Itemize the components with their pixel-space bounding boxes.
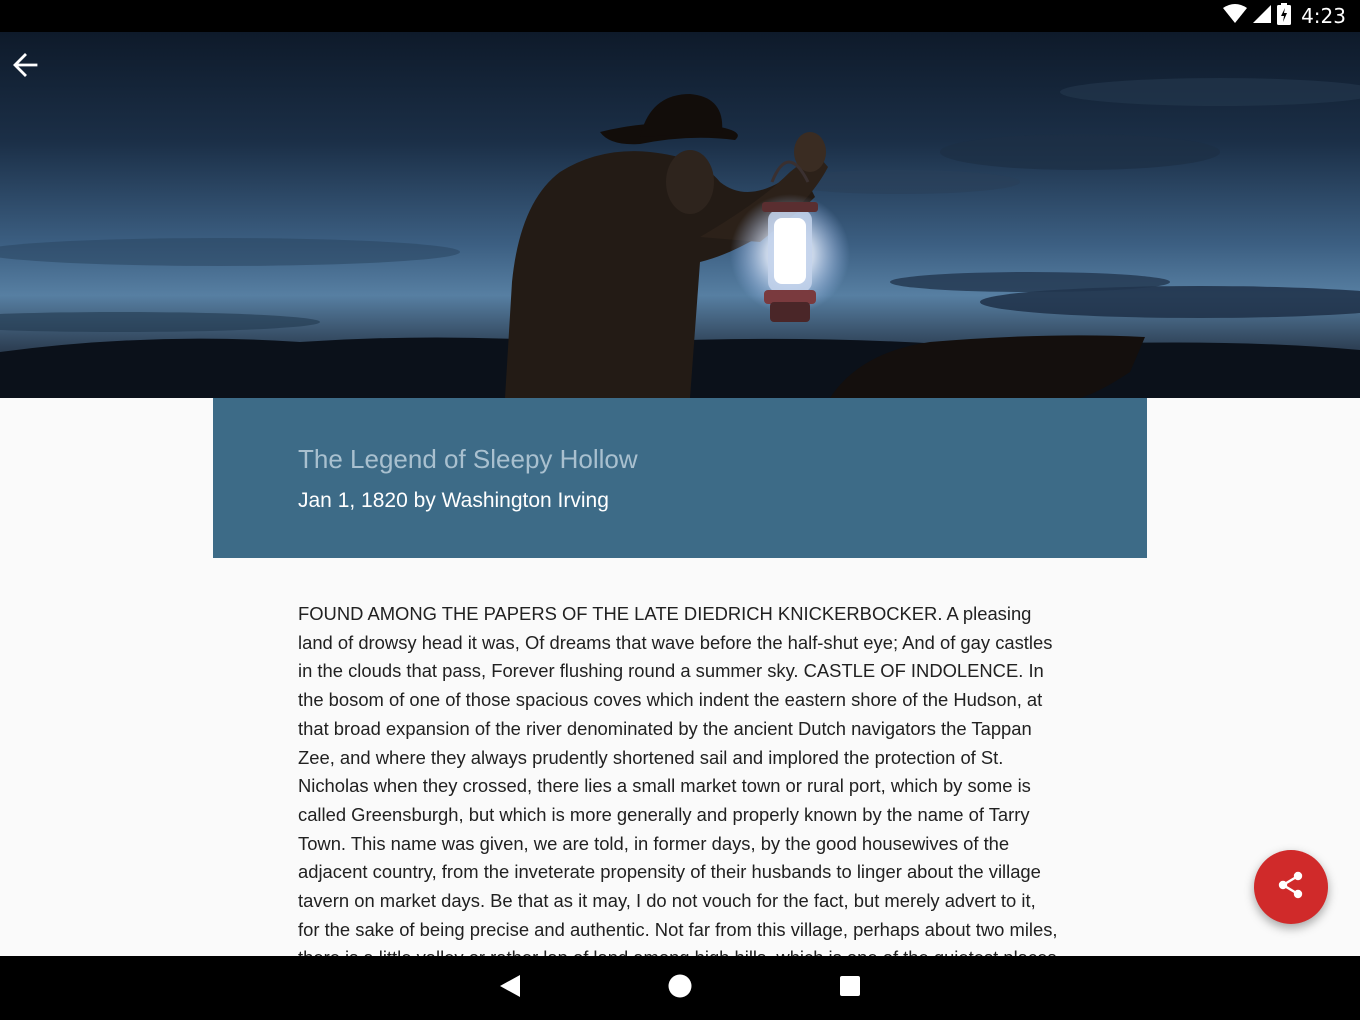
wifi-icon — [1223, 3, 1248, 29]
article-title: The Legend of Sleepy Hollow — [298, 444, 638, 474]
navigation-bar — [0, 956, 1360, 1020]
share-icon — [1276, 870, 1306, 905]
article-byline: Jan 1, 1820 by Washington Irving — [298, 489, 609, 512]
battery-charging-icon — [1277, 2, 1292, 30]
cell-signal-icon — [1253, 4, 1272, 28]
nav-home-button[interactable] — [658, 966, 702, 1010]
nav-back-button[interactable] — [488, 966, 532, 1010]
hero-illustration — [0, 78, 1360, 398]
recents-square-icon — [839, 975, 861, 1002]
hero-image — [0, 32, 1360, 398]
title-card: The Legend of Sleepy Hollow Jan 1, 1820 … — [213, 398, 1147, 558]
status-icons: 4:23 — [1223, 0, 1346, 32]
status-bar: 4:23 — [0, 0, 1360, 32]
share-button[interactable] — [1254, 850, 1328, 924]
nav-recents-button[interactable] — [828, 966, 872, 1010]
home-circle-icon — [667, 973, 693, 1004]
back-button[interactable] — [12, 52, 62, 96]
back-triangle-icon — [498, 973, 522, 1004]
article-content: FOUND AMONG THE PAPERS OF THE LATE DIEDR… — [298, 600, 1060, 956]
status-time: 4:23 — [1301, 4, 1346, 28]
article-body: FOUND AMONG THE PAPERS OF THE LATE DIEDR… — [298, 603, 1058, 956]
